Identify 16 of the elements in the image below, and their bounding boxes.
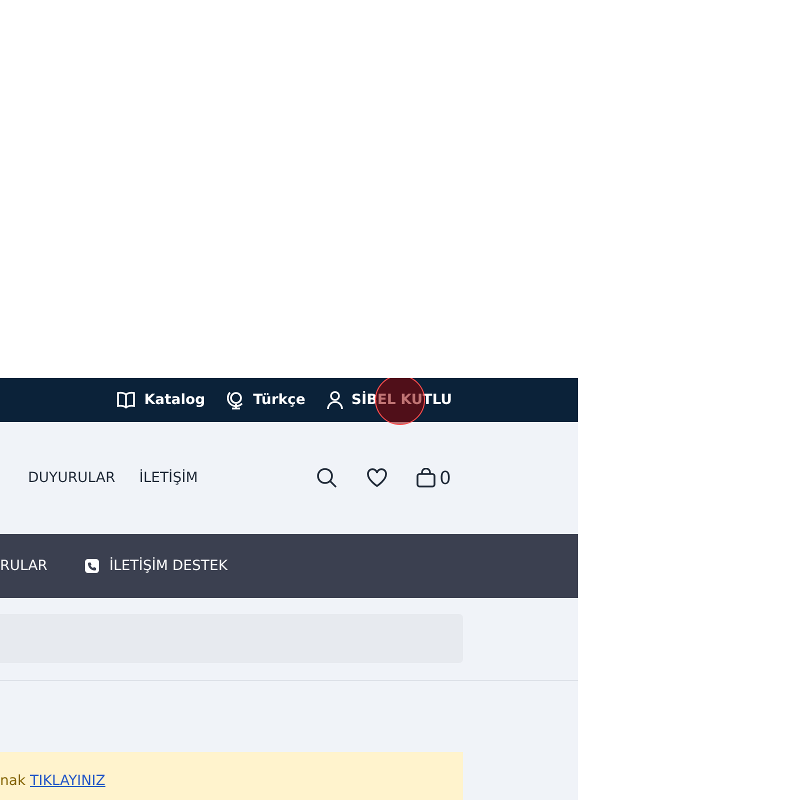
bag-icon <box>416 468 436 488</box>
catalog-link[interactable]: Katalog <box>116 390 206 410</box>
nav-link[interactable]: DUYURULAR <box>28 468 116 488</box>
menu-link[interactable]: İLETİŞİM DESTEK <box>85 556 228 576</box>
heart-icon[interactable] <box>366 468 388 488</box>
globe-icon <box>227 390 246 410</box>
nav-link[interactable]: İLETİŞİM <box>139 468 198 488</box>
menu-link[interactable]: RULAR <box>0 556 48 576</box>
language-link[interactable]: Türkçe <box>227 390 306 410</box>
click-here-link[interactable]: TIKLAYINIZ <box>30 773 106 789</box>
phone-icon <box>85 559 100 573</box>
cart-button[interactable]: 0 <box>416 468 451 488</box>
notice-text: nak TIKLAYINIZ <box>0 773 106 789</box>
book-icon <box>116 391 136 409</box>
user-icon <box>327 390 344 410</box>
search-icon[interactable] <box>316 467 338 489</box>
